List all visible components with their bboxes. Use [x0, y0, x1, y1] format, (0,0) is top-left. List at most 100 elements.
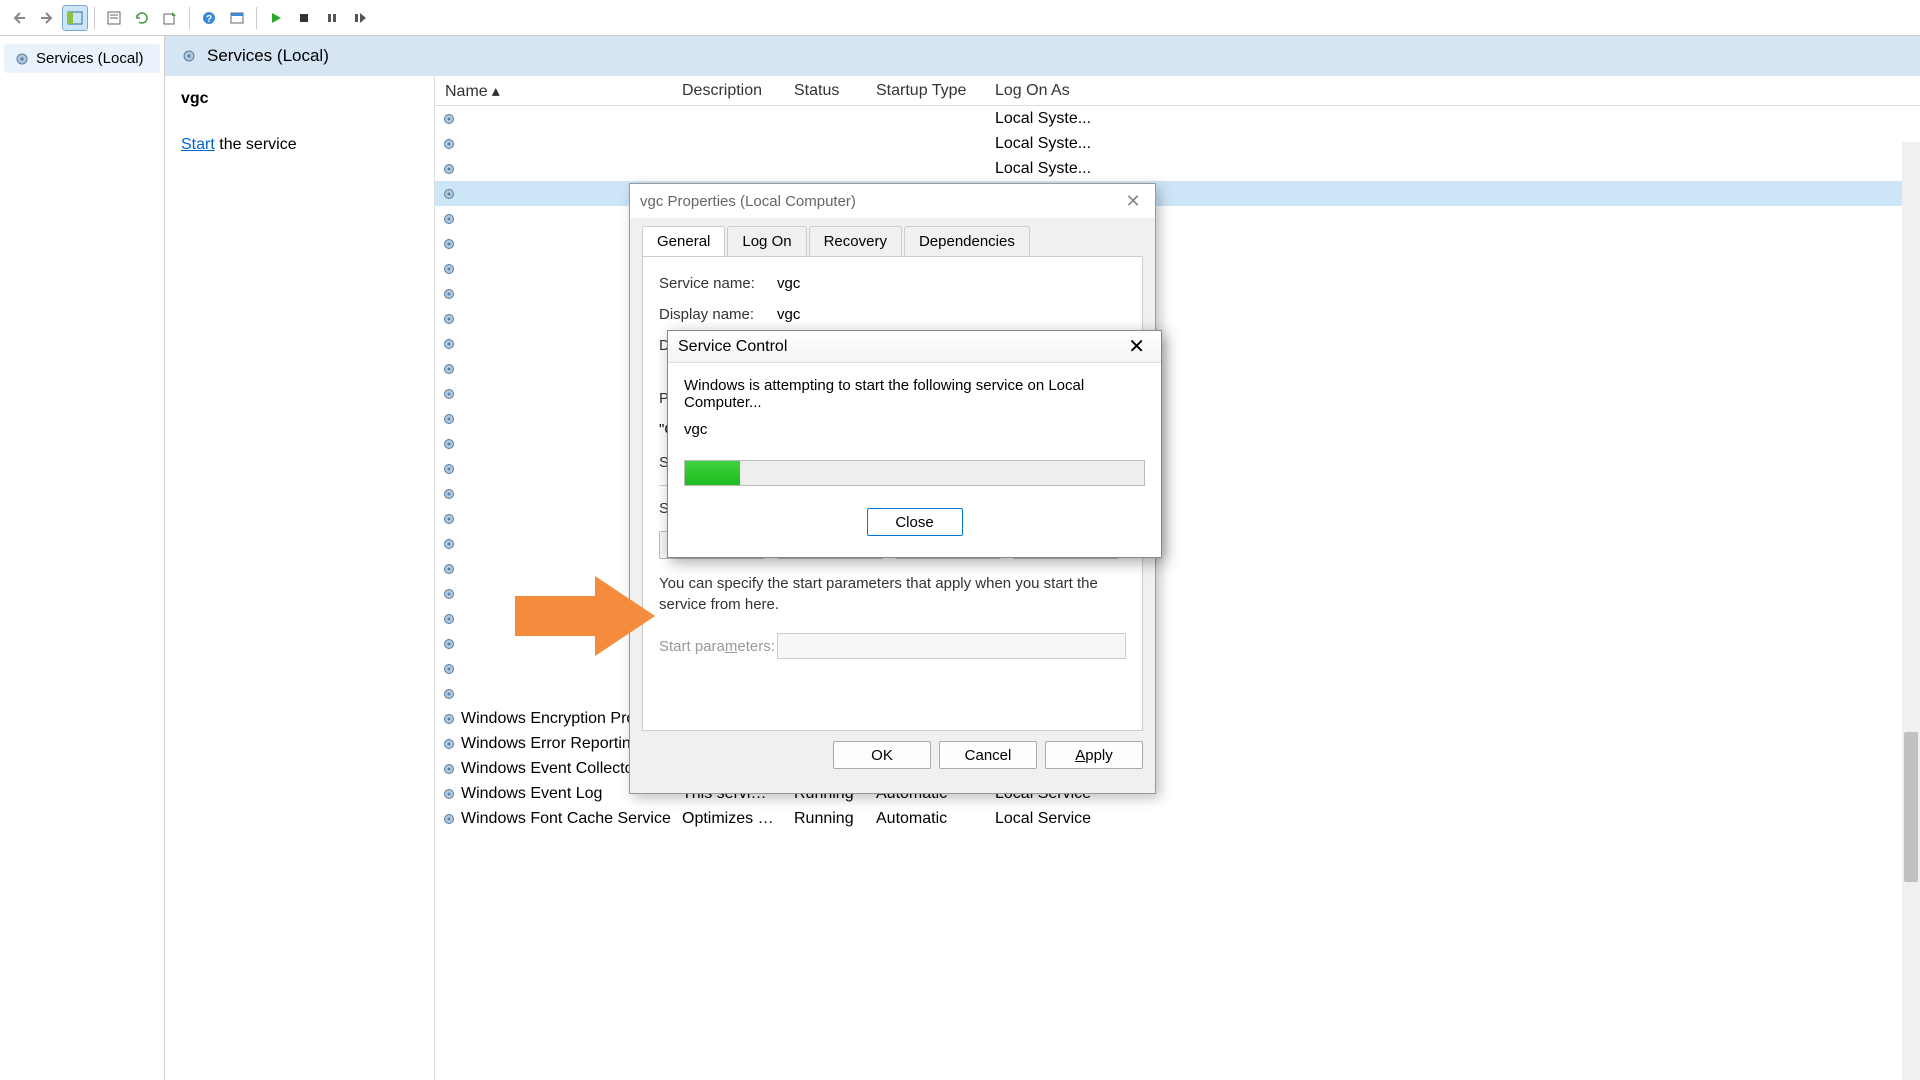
show-hide-tree-button[interactable] [62, 5, 88, 31]
gear-icon [14, 51, 30, 67]
scrollbar-thumb[interactable] [1904, 732, 1918, 882]
cell-status: Running [784, 810, 866, 828]
gear-icon [441, 761, 457, 777]
export-button[interactable] [157, 5, 183, 31]
list-header: Name▴ Description Status Startup Type Lo… [435, 76, 1920, 106]
main: Services (Local) Services (Local) vgc St… [0, 36, 1920, 1080]
cell-name: Windows Event Collector [461, 760, 639, 778]
cell-startup: Automatic [866, 810, 985, 828]
gear-icon [441, 286, 457, 302]
cell-description: Optimizes p... [672, 810, 784, 828]
back-button[interactable] [6, 5, 32, 31]
column-header-startup[interactable]: Startup Type [866, 82, 985, 100]
right-panel: Services (Local) vgc Start the service N… [165, 36, 1920, 1080]
tab-general[interactable]: General [642, 226, 725, 256]
stop-service-button[interactable] [291, 5, 317, 31]
start-parameters-input[interactable] [777, 633, 1126, 659]
value-service-name: vgc [777, 275, 1126, 292]
gear-icon [441, 511, 457, 527]
gear-icon [441, 661, 457, 677]
left-panel: Services (Local) [0, 36, 165, 1080]
cancel-button[interactable]: Cancel [939, 741, 1037, 769]
hint-text: You can specify the start parameters tha… [659, 573, 1126, 615]
header-title: Services (Local) [207, 46, 329, 66]
gear-icon [441, 211, 457, 227]
gear-icon [441, 686, 457, 702]
gear-icon [181, 48, 197, 64]
refresh-button[interactable] [129, 5, 155, 31]
label-service-name: Service name: [659, 275, 777, 292]
service-control-service-name: vgc [684, 421, 1145, 438]
progress-fill [685, 461, 740, 485]
gear-icon [441, 111, 457, 127]
tab-recovery[interactable]: Recovery [809, 226, 902, 256]
value-display-name: vgc [777, 306, 1126, 323]
cell-logon: Local Syste... [985, 135, 1405, 153]
service-control-message: Windows is attempting to start the follo… [684, 377, 1145, 411]
help-button[interactable]: ? [196, 5, 222, 31]
gear-icon [441, 786, 457, 802]
detail-pane: vgc Start the service [165, 76, 435, 1080]
gear-icon [441, 386, 457, 402]
svg-text:?: ? [206, 14, 212, 25]
label-start-parameters: Start parameters: [659, 638, 777, 655]
service-control-dialog: Service Control ✕ Windows is attempting … [667, 330, 1162, 558]
toolbar: ? [0, 0, 1920, 36]
separator [94, 7, 95, 29]
table-row[interactable]: Windows Font Cache ServiceOptimizes p...… [435, 806, 1920, 831]
pause-service-button[interactable] [319, 5, 345, 31]
gear-icon [441, 236, 457, 252]
gear-icon [441, 311, 457, 327]
header-bar: Services (Local) [165, 36, 1920, 76]
tree-item-services-local[interactable]: Services (Local) [4, 44, 160, 73]
detail-service-name: vgc [181, 90, 418, 108]
column-header-status[interactable]: Status [784, 82, 866, 100]
table-row[interactable]: Local Syste... [435, 106, 1920, 131]
scrollbar[interactable] [1902, 142, 1920, 1080]
service-control-titlebar: Service Control ✕ [668, 331, 1161, 363]
gear-icon [441, 186, 457, 202]
ok-button[interactable]: OK [833, 741, 931, 769]
gear-icon [441, 711, 457, 727]
gear-icon [441, 361, 457, 377]
column-header-description[interactable]: Description [672, 82, 784, 100]
table-row[interactable]: Local Syste... [435, 131, 1920, 156]
column-header-logon[interactable]: Log On As [985, 82, 1405, 100]
cell-logon: Local Service [985, 810, 1405, 828]
gear-icon [441, 261, 457, 277]
properties-close-button[interactable]: ✕ [1121, 189, 1145, 213]
tab-dependencies[interactable]: Dependencies [904, 226, 1030, 256]
gear-icon [441, 536, 457, 552]
tab-logon[interactable]: Log On [727, 226, 806, 256]
column-header-name[interactable]: Name▴ [435, 81, 672, 101]
start-service-button[interactable] [263, 5, 289, 31]
progress-bar [684, 460, 1145, 486]
cell-logon: Local Syste... [985, 160, 1405, 178]
separator [256, 7, 257, 29]
properties-button[interactable] [101, 5, 127, 31]
service-control-close-button[interactable]: Close [867, 508, 963, 536]
gear-icon [441, 161, 457, 177]
start-suffix: the service [215, 136, 297, 153]
detail-start-line: Start the service [181, 136, 418, 154]
restart-service-button[interactable] [347, 5, 373, 31]
apply-button[interactable]: Apply [1045, 741, 1143, 769]
sort-asc-icon: ▴ [492, 81, 500, 101]
cell-name: Windows Event Log [461, 785, 602, 803]
annotation-arrow-icon [515, 576, 655, 656]
gear-icon [441, 486, 457, 502]
gear-icon [441, 136, 457, 152]
forward-button[interactable] [34, 5, 60, 31]
gear-icon [441, 736, 457, 752]
tree-item-label: Services (Local) [36, 50, 144, 67]
table-row[interactable]: Local Syste... [435, 156, 1920, 181]
start-service-link[interactable]: Start [181, 136, 215, 153]
gear-icon [441, 436, 457, 452]
gear-icon [441, 461, 457, 477]
content: vgc Start the service Name▴ Description … [165, 76, 1920, 1080]
properties-tabs: General Log On Recovery Dependencies [630, 218, 1155, 256]
gear-icon [441, 561, 457, 577]
service-control-close-x[interactable]: ✕ [1122, 334, 1151, 359]
label-display-name: Display name: [659, 306, 777, 323]
action-button[interactable] [224, 5, 250, 31]
